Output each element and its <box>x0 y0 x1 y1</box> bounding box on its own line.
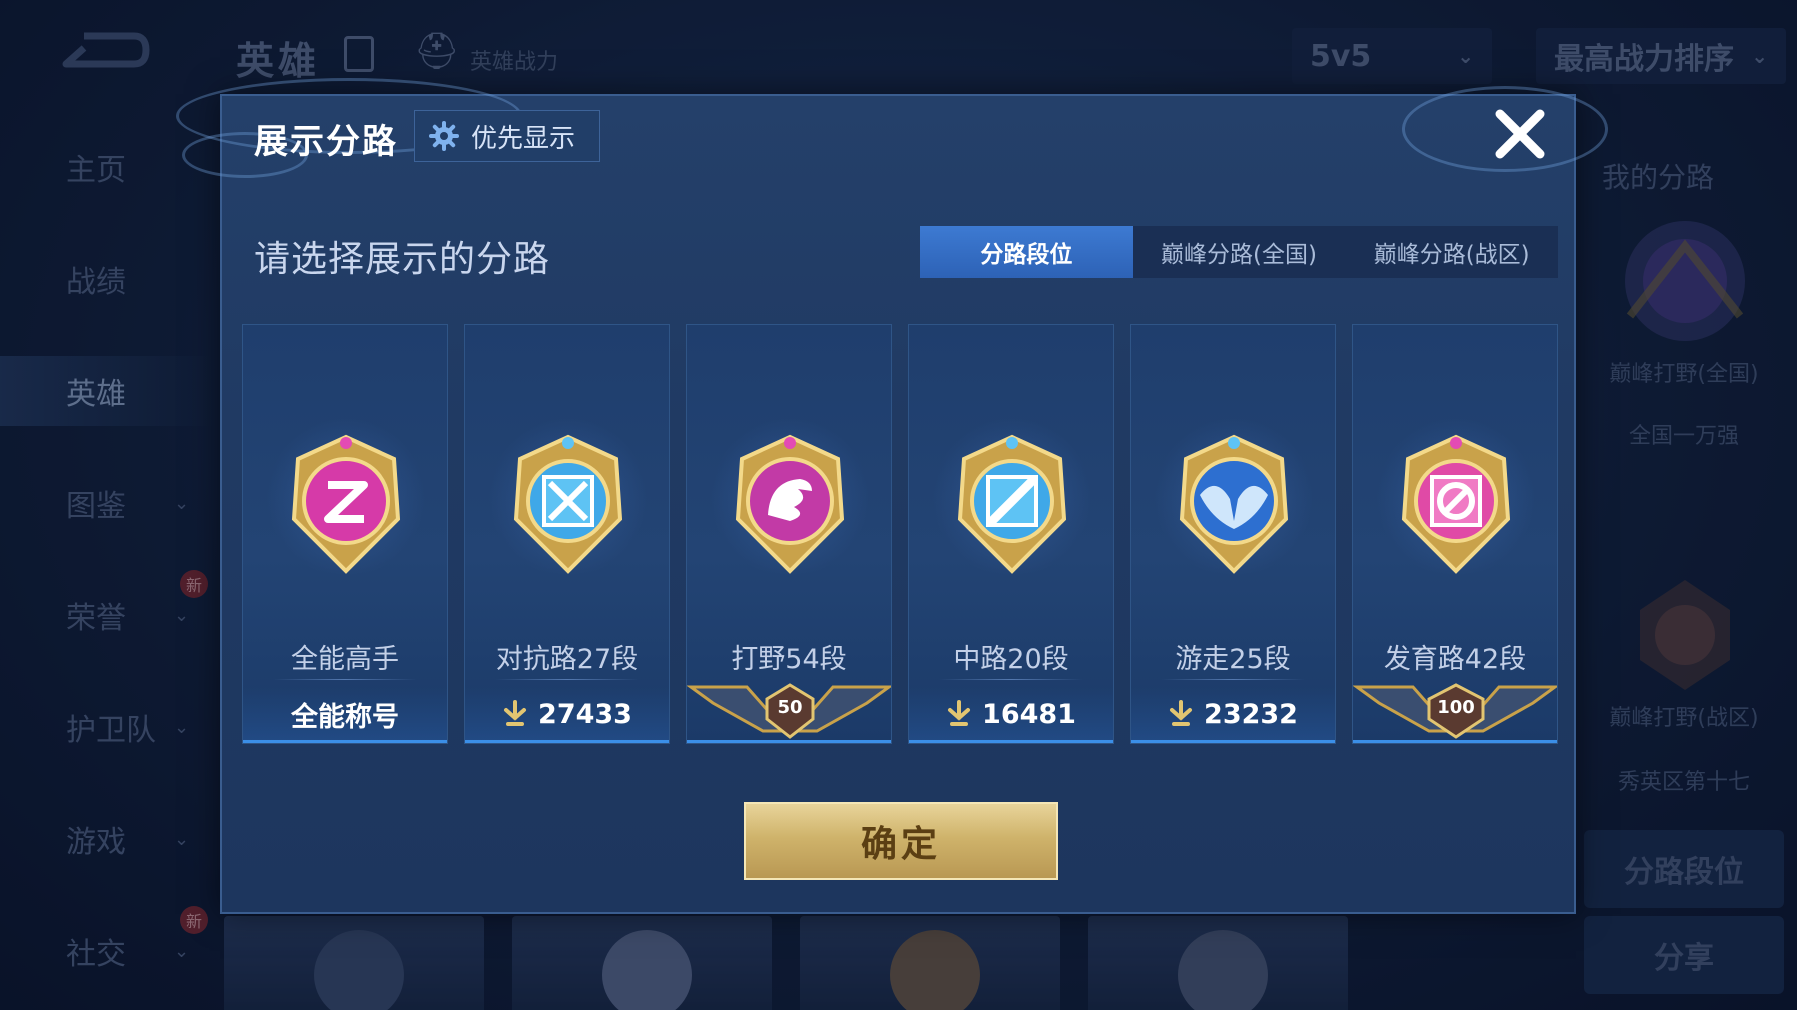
peak-tier-number: 100 <box>1437 697 1475 718</box>
lane-card-footer-text: 全能称号 <box>291 701 399 733</box>
divider <box>495 679 639 680</box>
lane-card-mid[interactable]: 中路20段 16481 <box>908 324 1114 744</box>
lane-card-score: 23232 <box>1204 698 1298 730</box>
tab-peak-zone[interactable]: 巅峰分路(战区) <box>1345 226 1558 278</box>
jungle-emblem-icon <box>735 434 845 574</box>
rank-points-icon <box>504 700 527 726</box>
close-icon <box>1495 109 1545 159</box>
divider <box>1161 679 1305 680</box>
lane-card-all-round[interactable]: 全能高手 全能称号 <box>242 324 448 744</box>
clash-lane-emblem-icon <box>513 434 623 574</box>
lane-card-title: 对抗路27段 <box>495 644 639 675</box>
all-round-emblem-icon <box>291 434 401 574</box>
lane-card-footer: 27433 <box>465 687 669 741</box>
lane-card-footer: 全能称号 <box>243 687 447 741</box>
tab-peak-national[interactable]: 巅峰分路(全国) <box>1133 226 1346 278</box>
confirm-button[interactable]: 确定 <box>744 802 1058 880</box>
tab-lane-rank[interactable]: 分路段位 <box>920 226 1133 278</box>
rank-points-icon <box>948 700 971 726</box>
dialog-title: 展示分路 <box>254 122 398 162</box>
peak-tier-number: 50 <box>777 697 803 718</box>
lane-display-dialog: 展示分路 优先显示 请选择展示的分路 分路段位 巅峰分路(全国) 巅峰分路(战区… <box>176 78 1608 914</box>
lane-tabs: 分路段位 巅峰分路(全国) 巅峰分路(战区) <box>920 226 1558 278</box>
mid-lane-emblem-icon <box>957 434 1067 574</box>
divider <box>939 679 1083 680</box>
divider <box>273 679 417 680</box>
gear-icon <box>429 121 459 151</box>
lane-card-title: 发育路42段 <box>1383 644 1527 675</box>
lane-card-title: 全能高手 <box>291 644 399 675</box>
lane-card-clash[interactable]: 对抗路27段 27433 <box>464 324 670 744</box>
lane-card-title: 中路20段 <box>953 644 1069 675</box>
lane-card-farm[interactable]: 发育路42段 100 <box>1352 324 1558 744</box>
dialog-subtitle: 请选择展示的分路 <box>254 239 551 280</box>
lane-card-score: 16481 <box>982 698 1076 730</box>
farm-lane-emblem-icon <box>1401 434 1511 574</box>
priority-display-label: 优先显示 <box>471 123 576 154</box>
lane-card-score: 27433 <box>538 698 632 730</box>
close-button[interactable] <box>1488 102 1552 166</box>
lane-card-footer: 23232 <box>1131 687 1335 741</box>
lane-card-footer: 16481 <box>909 687 1113 741</box>
rank-points-icon <box>1170 700 1193 726</box>
lane-card-title: 游走25段 <box>1175 644 1291 675</box>
lane-card-title: 打野54段 <box>731 644 847 675</box>
priority-display-button[interactable]: 优先显示 <box>414 110 600 162</box>
lane-card-roam[interactable]: 游走25段 23232 <box>1130 324 1336 744</box>
lane-card-jungle[interactable]: 打野54段 50 <box>686 324 892 744</box>
roam-emblem-icon <box>1179 434 1289 574</box>
